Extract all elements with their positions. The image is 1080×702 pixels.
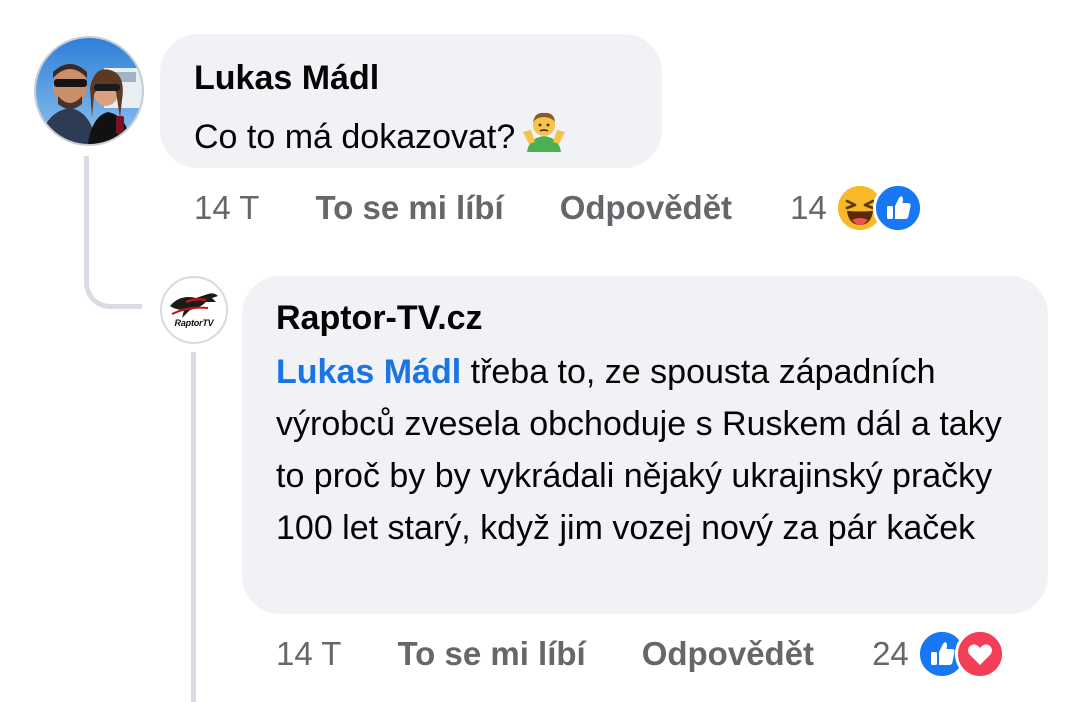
comment-text: Co to má dokazovat? [194, 108, 630, 169]
comment-author[interactable]: Raptor-TV.cz [276, 298, 1016, 338]
avatar[interactable] [34, 36, 144, 146]
comment-author[interactable]: Lukas Mádl [194, 58, 630, 98]
profile-photo [36, 38, 142, 144]
reply-button[interactable]: Odpovědět [642, 635, 814, 673]
mention-link[interactable]: Lukas Mádl [276, 353, 461, 391]
avatar[interactable]: RaptorTV [160, 276, 228, 344]
thread-connector-line [84, 156, 142, 309]
reactions-summary[interactable] [834, 183, 923, 233]
comment-actions: 14 T To se mi líbí Odpovědět 14 [194, 178, 923, 238]
person-shrugging-icon [521, 108, 567, 169]
comment-bubble: Lukas Mádl Co to má dokazovat? [160, 34, 662, 168]
like-button[interactable]: To se mi líbí [315, 189, 503, 227]
comment-actions: 14 T To se mi líbí Odpovědět 24 [276, 624, 1005, 684]
comment-timestamp[interactable]: 14 T [276, 635, 341, 673]
reply-button[interactable]: Odpovědět [560, 189, 732, 227]
reactions-summary[interactable] [916, 629, 1005, 679]
comment-bubble: Raptor-TV.cz Lukas Mádl třeba to, ze spo… [242, 276, 1048, 614]
raptor-logo-text: RaptorTV [174, 318, 214, 328]
reply-thread-line [191, 352, 196, 702]
reaction-count[interactable]: 24 [872, 635, 909, 673]
love-reaction-icon [954, 629, 1005, 679]
reaction-count[interactable]: 14 [790, 189, 827, 227]
like-reaction-icon [872, 183, 923, 233]
comment-text: Lukas Mádl třeba to, ze spousta západníc… [276, 346, 1016, 554]
comment-timestamp[interactable]: 14 T [194, 189, 259, 227]
like-button[interactable]: To se mi líbí [397, 635, 585, 673]
comment-body: Co to má dokazovat? [194, 118, 516, 156]
